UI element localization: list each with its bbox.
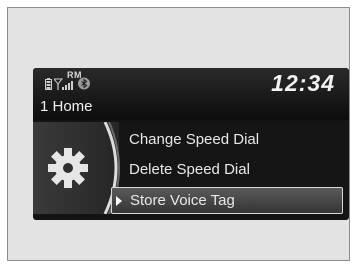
gear-icon bbox=[45, 145, 91, 196]
menu-item-delete-speed-dial[interactable]: Delete Speed Dial bbox=[119, 157, 349, 182]
settings-icon-panel bbox=[33, 121, 120, 215]
status-bar: RM 12:34 1 Home bbox=[33, 68, 349, 120]
menu-item-label: Store Voice Tag bbox=[130, 192, 235, 209]
menu-item-label: Change Speed Dial bbox=[129, 131, 260, 148]
page-title: 1 Home bbox=[40, 98, 93, 115]
selection-cursor-icon bbox=[116, 196, 122, 206]
menu-item-change-speed-dial[interactable]: Change Speed Dial bbox=[119, 127, 349, 152]
figure-panel: RM 12:34 1 Home Change Speed Dial Delete… bbox=[7, 7, 350, 261]
roam-indicator: RM bbox=[67, 70, 82, 80]
menu-list: Change Speed Dial Delete Speed Dial Stor… bbox=[111, 122, 349, 214]
audio-display-screen: RM 12:34 1 Home Change Speed Dial Delete… bbox=[33, 68, 349, 220]
clock: 12:34 bbox=[271, 70, 335, 96]
phone-battery-icon bbox=[45, 78, 52, 90]
menu-area: Change Speed Dial Delete Speed Dial Stor… bbox=[33, 121, 349, 215]
menu-item-label: Delete Speed Dial bbox=[129, 161, 250, 178]
menu-item-store-voice-tag[interactable]: Store Voice Tag bbox=[111, 187, 343, 214]
